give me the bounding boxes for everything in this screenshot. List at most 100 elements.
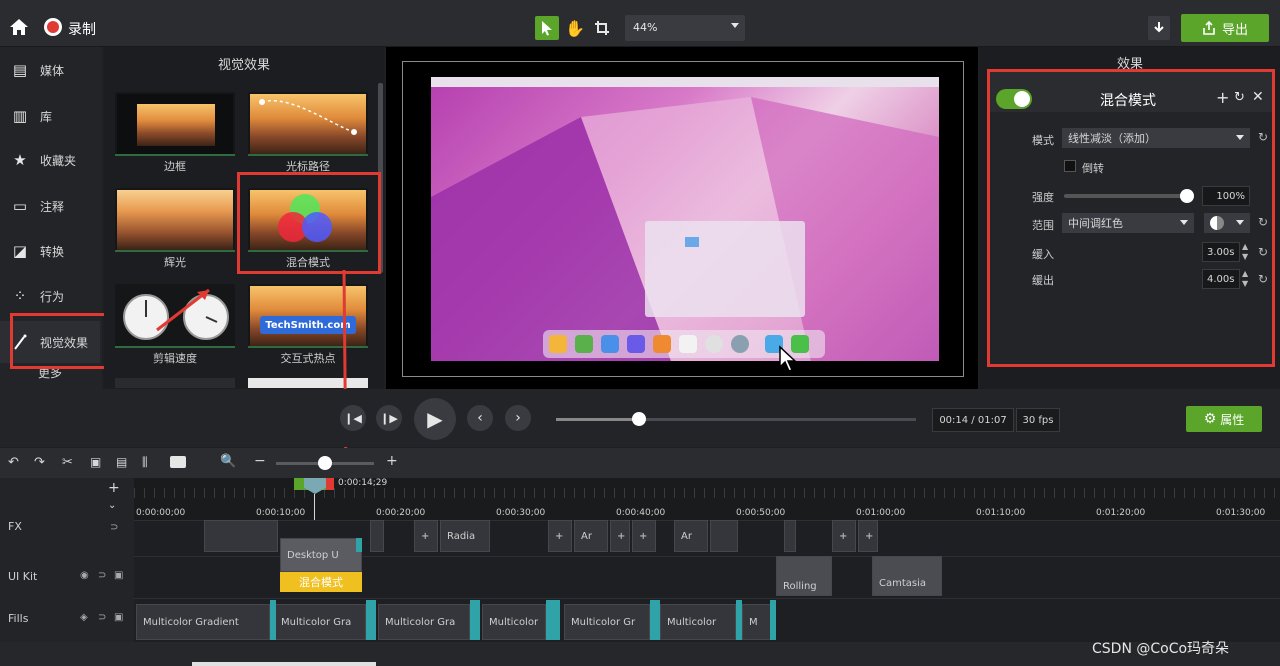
dock-app-icon xyxy=(705,335,723,353)
timeline-clip-camtasia[interactable]: Camtasia xyxy=(872,556,942,596)
gear-icon: ⚙ xyxy=(1203,411,1217,427)
track-lock-icon[interactable]: ▣ xyxy=(114,570,123,581)
clip-label: Multicolor Gradient xyxy=(143,616,239,628)
home-icon[interactable] xyxy=(8,16,30,38)
sidebar-item-label: 收藏夹 xyxy=(40,153,77,168)
timeline-clip[interactable]: + xyxy=(858,520,878,552)
ruler-tick-label: 0:01:00;00 xyxy=(856,508,906,518)
timeline-clip[interactable] xyxy=(204,520,278,552)
timeline-clip[interactable]: Ar xyxy=(674,520,708,552)
properties-button-label: 属性 xyxy=(1220,412,1245,427)
ruler-tick-label: 0:00:30;00 xyxy=(496,508,546,518)
record-icon[interactable] xyxy=(44,18,62,36)
zoom-select[interactable]: 44% xyxy=(625,15,745,41)
dock-app-icon xyxy=(601,335,619,353)
effect-thumb-partial[interactable] xyxy=(115,378,235,388)
properties-button[interactable]: ⚙ 属性 xyxy=(1186,406,1262,432)
camera-icon[interactable] xyxy=(170,456,186,468)
timeline-clip[interactable]: + xyxy=(610,520,630,552)
effect-thumb-cursor-path[interactable]: 光标路径 xyxy=(248,92,368,176)
fps-display: 30 fps xyxy=(1016,408,1060,432)
sidebar-item-transitions[interactable]: ◪ 转换 xyxy=(0,230,100,272)
zoom-out-icon[interactable]: − xyxy=(254,453,266,469)
track-visibility-icon[interactable]: ◉ xyxy=(80,570,89,581)
track-name: UI Kit xyxy=(8,570,38,583)
timeline-clip[interactable]: Radia xyxy=(440,520,490,552)
timeline-clip-fill[interactable]: Multicolor Gr xyxy=(564,604,650,640)
timeline-clip-fill[interactable]: Multicolor Gradient xyxy=(136,604,270,640)
next-marker-icon[interactable]: › xyxy=(505,405,531,431)
sidebar-item-favorites[interactable]: ★ 收藏夹 xyxy=(0,139,100,181)
download-icon[interactable] xyxy=(1148,16,1170,40)
timeline-clip[interactable]: + xyxy=(632,520,656,552)
paste-icon[interactable]: ▤ xyxy=(116,455,127,469)
timeline-clip[interactable] xyxy=(710,520,738,552)
step-back-icon[interactable]: ❙◀ xyxy=(340,405,366,431)
timeline-clip[interactable]: + xyxy=(832,520,856,552)
zoom-in-icon[interactable]: + xyxy=(386,453,398,469)
selection-range-end[interactable] xyxy=(326,478,334,490)
hand-tool-icon[interactable]: ✋ xyxy=(563,16,587,40)
timeline-toolbar xyxy=(0,448,1280,478)
redo-icon[interactable]: ↷ xyxy=(34,455,45,470)
ruler-tick-label: 0:01:10;00 xyxy=(976,508,1026,518)
sidebar-item-behaviors[interactable]: ⁘ 行为 xyxy=(0,275,100,317)
timeline-clip-fill[interactable]: Multicolor xyxy=(660,604,736,640)
timeline-zoom-thumb[interactable] xyxy=(318,456,332,470)
cut-icon[interactable]: ✂ xyxy=(62,455,73,470)
export-button[interactable]: 导出 xyxy=(1181,14,1269,42)
timeline-clip-rolling[interactable]: Rolling xyxy=(776,556,832,596)
library-icon: ▥ xyxy=(12,107,28,125)
sidebar-item-annotations[interactable]: ▭ 注释 xyxy=(0,185,100,227)
play-button[interactable]: ▶ xyxy=(414,398,456,440)
clip-label: Multicolor Gra xyxy=(385,616,456,628)
crop-tool-icon[interactable] xyxy=(590,16,614,40)
add-track-icon[interactable]: + xyxy=(108,480,120,496)
timeline-clip[interactable] xyxy=(370,520,384,552)
blend-mode-effect-bar[interactable]: 混合模式 xyxy=(280,572,362,592)
zoom-icon[interactable]: 🔍 xyxy=(220,454,236,469)
playback-scrubber[interactable] xyxy=(556,412,916,426)
sidebar-item-label: 行为 xyxy=(40,289,65,304)
effect-thumb-clip-speed[interactable]: 剪辑速度 xyxy=(115,284,235,368)
track-visibility-icon[interactable]: ◈ xyxy=(80,612,88,623)
clip-transition-marker xyxy=(270,600,276,640)
scrubber-thumb[interactable] xyxy=(632,412,646,426)
timeline-zoom-slider[interactable] xyxy=(276,456,374,470)
timeline-clip-fill[interactable]: Multicolor Gra xyxy=(378,604,470,640)
timeline-clip[interactable] xyxy=(784,520,796,552)
sidebar-item-media[interactable]: ▤ 媒体 xyxy=(0,49,100,91)
effect-thumb-glow[interactable]: 辉光 xyxy=(115,188,235,272)
sidebar-item-library[interactable]: ▥ 库 xyxy=(0,95,100,137)
copy-icon[interactable]: ▣ xyxy=(90,455,101,469)
track-audio-icon[interactable]: ⊃ xyxy=(98,570,106,581)
split-icon[interactable]: ⫼ xyxy=(142,455,148,470)
timeline-horizontal-scrollbar[interactable] xyxy=(0,642,1280,666)
clip-transition-marker xyxy=(736,600,742,640)
effect-thumb-border[interactable]: 边框 xyxy=(115,92,235,176)
track-lock-icon[interactable]: ⊃ xyxy=(110,522,118,533)
clip-label: Multicolor Gr xyxy=(571,616,636,628)
thumb-caption: 辉光 xyxy=(115,250,235,272)
thumb-image xyxy=(137,104,215,146)
track-lock-icon[interactable]: ▣ xyxy=(114,612,123,623)
clip-transition-marker xyxy=(650,600,660,640)
previous-marker-icon[interactable]: ‹ xyxy=(467,405,493,431)
canvas-preview[interactable] xyxy=(386,47,978,389)
thumb-image xyxy=(250,94,366,154)
thumb-image xyxy=(117,286,233,346)
timeline-clip-fill[interactable]: Multicolor xyxy=(482,604,546,640)
timeline-clip[interactable]: + xyxy=(414,520,438,552)
step-forward-icon[interactable]: ❙▶ xyxy=(376,405,402,431)
chevron-down-icon[interactable]: ⌄ xyxy=(108,500,116,511)
timeline-clip[interactable]: Ar xyxy=(574,520,608,552)
track-audio-icon[interactable]: ⊃ xyxy=(98,612,106,623)
film-icon: ▤ xyxy=(12,61,28,79)
timeline-clip[interactable]: + xyxy=(548,520,572,552)
select-tool-icon[interactable] xyxy=(535,16,559,40)
ruler-tick-label: 0:01:20;00 xyxy=(1096,508,1146,518)
record-button-label[interactable]: 录制 xyxy=(68,19,96,39)
timeline-clip-fill[interactable]: Multicolor Gra xyxy=(274,604,366,640)
timeline-clip-desktop[interactable]: Desktop U xyxy=(280,538,362,572)
undo-icon[interactable]: ↶ xyxy=(8,455,19,470)
